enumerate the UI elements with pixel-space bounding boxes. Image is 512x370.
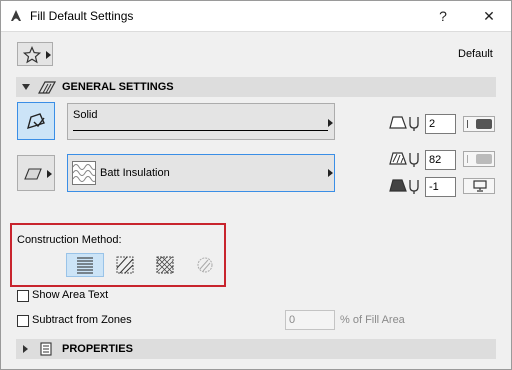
general-settings-header[interactable]: GENERAL SETTINGS (16, 77, 496, 97)
solid-lines-icon (77, 257, 93, 274)
star-icon (23, 46, 41, 64)
show-area-text-checkbox[interactable] (17, 290, 29, 302)
disabled-pattern-icon (197, 257, 213, 273)
fill-type-value: Solid (73, 109, 98, 121)
surface-icon (24, 168, 42, 180)
construction-method-button-3[interactable] (146, 253, 184, 277)
fill-settings-icon (37, 81, 57, 94)
background-pen-input[interactable]: -1 (425, 177, 456, 197)
construction-method-button-4 (186, 253, 224, 277)
crosshatch-pattern-icon (156, 256, 174, 274)
pattern-pen-icon (389, 152, 419, 167)
pen-color-button[interactable] (463, 116, 495, 132)
pattern-swatch-icon (72, 161, 98, 185)
subtract-from-zones-label: Subtract from Zones (32, 314, 132, 326)
construction-method-button-2[interactable] (106, 253, 144, 277)
app-icon (8, 8, 24, 24)
chevron-right-icon (328, 119, 333, 127)
fill-type-dropdown[interactable]: Solid (67, 103, 335, 140)
show-area-text-label: Show Area Text (32, 289, 109, 301)
chevron-down-icon (22, 84, 30, 90)
background-pen-color-button[interactable] (463, 178, 495, 194)
hatched-pattern-icon (116, 256, 134, 274)
window-title: Fill Default Settings (30, 9, 134, 23)
chevron-right-icon (328, 169, 333, 177)
chevron-right-icon (23, 345, 28, 353)
construction-method-button-1[interactable] (66, 253, 104, 277)
fill-tool-icon (26, 113, 45, 130)
percent-of-fill-area-input: 0 (285, 310, 335, 330)
properties-icon (40, 342, 52, 356)
chevron-right-icon (47, 170, 52, 178)
fill-type-line-preview (73, 130, 328, 131)
fill-pattern-value: Batt Insulation (100, 167, 170, 179)
properties-title: PROPERTIES (62, 343, 133, 355)
fill-type-button[interactable] (17, 102, 55, 140)
pen-icon (389, 116, 419, 131)
properties-header[interactable]: PROPERTIES (16, 339, 496, 359)
favorites-button[interactable] (17, 42, 53, 66)
close-button[interactable]: ✕ (479, 6, 499, 26)
monitor-icon (473, 180, 487, 192)
pen-number-input[interactable]: 2 (425, 114, 456, 134)
preset-name: Default (458, 48, 493, 60)
pattern-pen-color-button[interactable] (463, 151, 495, 167)
construction-method-label: Construction Method: (17, 234, 122, 246)
background-pen-icon (389, 179, 419, 194)
fill-category-button[interactable] (17, 155, 55, 191)
fill-pattern-dropdown[interactable]: Batt Insulation (67, 154, 335, 192)
help-button[interactable]: ? (433, 6, 453, 26)
chevron-right-icon (46, 51, 51, 59)
subtract-from-zones-checkbox[interactable] (17, 315, 29, 327)
general-settings-title: GENERAL SETTINGS (62, 81, 174, 93)
pattern-pen-input[interactable]: 82 (425, 150, 456, 170)
percent-of-fill-area-label: % of Fill Area (340, 314, 405, 326)
